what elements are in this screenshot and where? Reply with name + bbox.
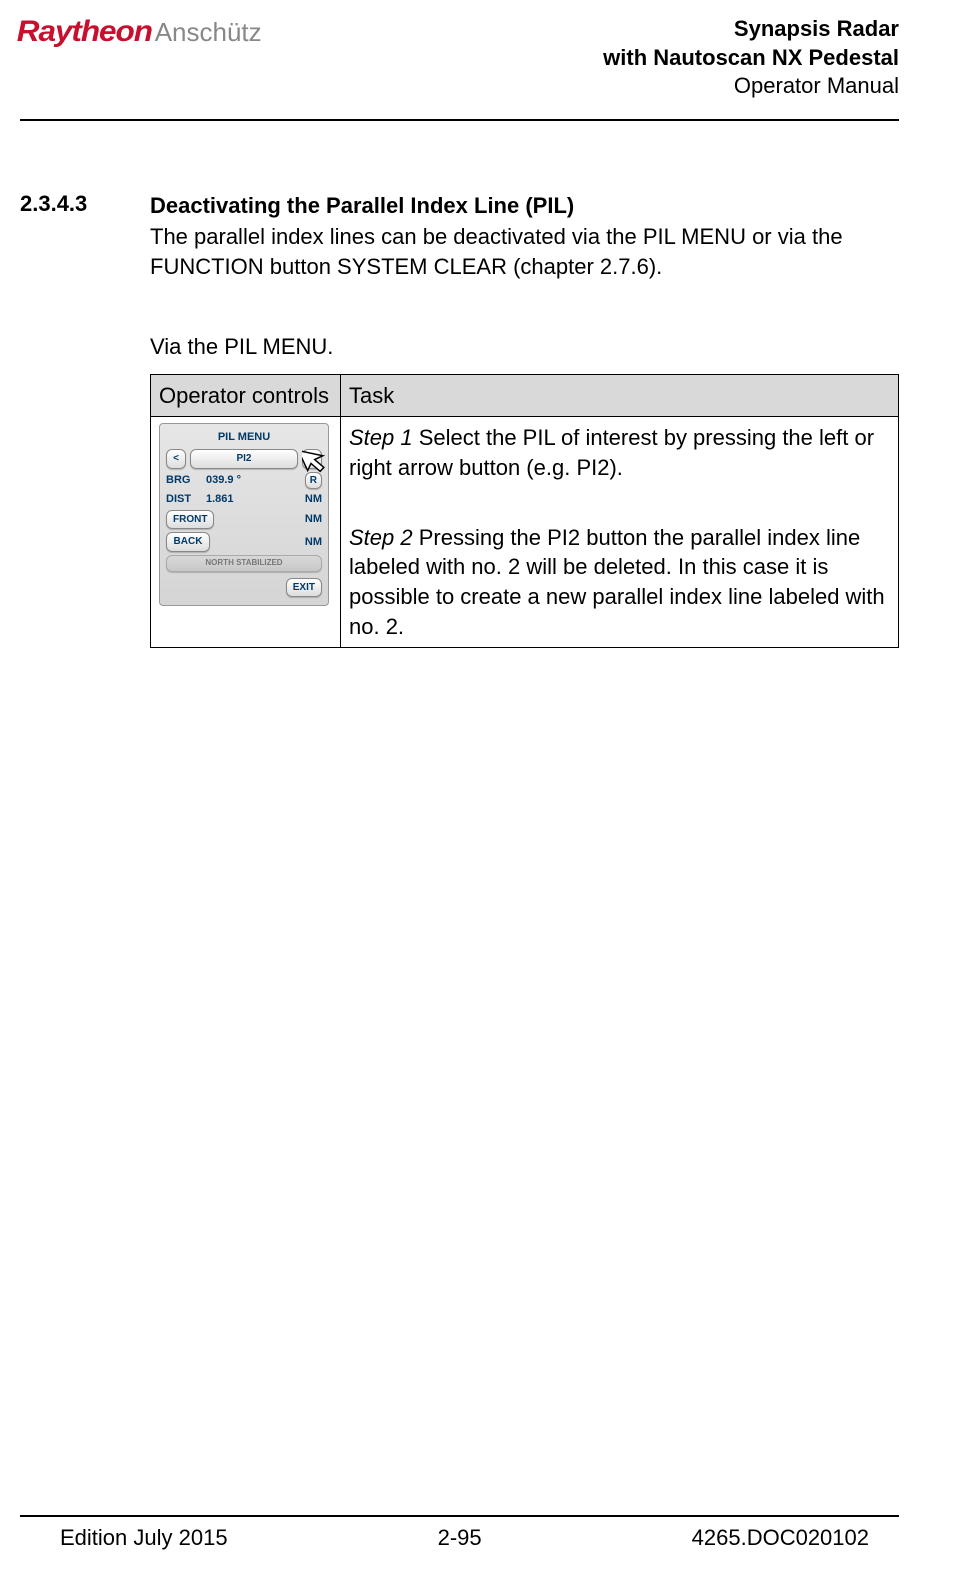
- doc-title-line1: Synapsis Radar: [603, 15, 899, 44]
- pil-back-unit: NM: [300, 535, 322, 550]
- pil-front-button[interactable]: FRONT: [166, 510, 214, 530]
- logo-brand-text: Raytheon: [17, 15, 152, 49]
- pil-left-arrow-button[interactable]: <: [166, 449, 186, 469]
- pil-brg-value: 039.9 °: [204, 473, 301, 488]
- step-1: Step 1 Select the PIL of interest by pre…: [349, 423, 890, 482]
- cursor-pointer-icon: [302, 442, 332, 478]
- footer-page-number: 2-95: [438, 1525, 482, 1551]
- footer-divider: [20, 1515, 899, 1517]
- pil-back-button[interactable]: BACK: [166, 532, 210, 552]
- pil-dist-label: DIST: [166, 492, 200, 507]
- footer-doc-id: 4265.DOC020102: [692, 1525, 869, 1551]
- task-cell: Step 1 Select the PIL of interest by pre…: [341, 417, 899, 648]
- footer-edition: Edition July 2015: [60, 1525, 228, 1551]
- table-row: PIL MENU < PI2 > BRG 039.9 °: [151, 417, 899, 648]
- pil-brg-label: BRG: [166, 473, 200, 488]
- table-header-task: Task: [341, 374, 899, 417]
- pil-menu-title: PIL MENU: [166, 430, 322, 445]
- pil-menu-panel: PIL MENU < PI2 > BRG 039.9 °: [159, 423, 329, 606]
- section-number: 2.3.4.3: [20, 191, 120, 649]
- document-title-block: Synapsis Radar with Nautoscan NX Pedesta…: [603, 15, 899, 101]
- pil-dist-unit: NM: [300, 492, 322, 507]
- page-header: Raytheon Anschütz Synapsis Radar with Na…: [20, 15, 899, 111]
- doc-title-line3: Operator Manual: [603, 72, 899, 101]
- page-footer-block: Edition July 2015 2-95 4265.DOC020102: [20, 1515, 899, 1551]
- step-1-label: Step 1: [349, 425, 413, 450]
- step-2-text: Pressing the PI2 button the parallel ind…: [349, 525, 885, 639]
- pil-select-button[interactable]: PI2: [190, 449, 298, 469]
- section-subhead: Via the PIL MENU.: [150, 332, 899, 362]
- section-intro: The parallel index lines can be deactiva…: [150, 222, 899, 281]
- procedure-table: Operator controls Task PIL MENU <: [150, 374, 899, 649]
- doc-title-line2: with Nautoscan NX Pedestal: [603, 44, 899, 73]
- page-content: 2.3.4.3 Deactivating the Parallel Index …: [20, 121, 899, 1515]
- company-logo: Raytheon Anschütz: [20, 15, 262, 49]
- pil-front-unit: NM: [300, 512, 322, 527]
- step-2: Step 2 Pressing the PI2 button the paral…: [349, 523, 890, 642]
- operator-controls-cell: PIL MENU < PI2 > BRG 039.9 °: [151, 417, 341, 648]
- step-2-label: Step 2: [349, 525, 413, 550]
- table-header-operator-controls: Operator controls: [151, 374, 341, 417]
- pil-exit-button[interactable]: EXIT: [286, 578, 322, 598]
- step-1-text: Select the PIL of interest by pressing t…: [349, 425, 874, 480]
- pil-dist-value: 1.861: [204, 492, 296, 507]
- logo-sub-text: Anschütz: [155, 17, 262, 48]
- section-title: Deactivating the Parallel Index Line (PI…: [150, 191, 899, 221]
- pil-north-stabilized-button[interactable]: NORTH STABILIZED: [166, 555, 322, 572]
